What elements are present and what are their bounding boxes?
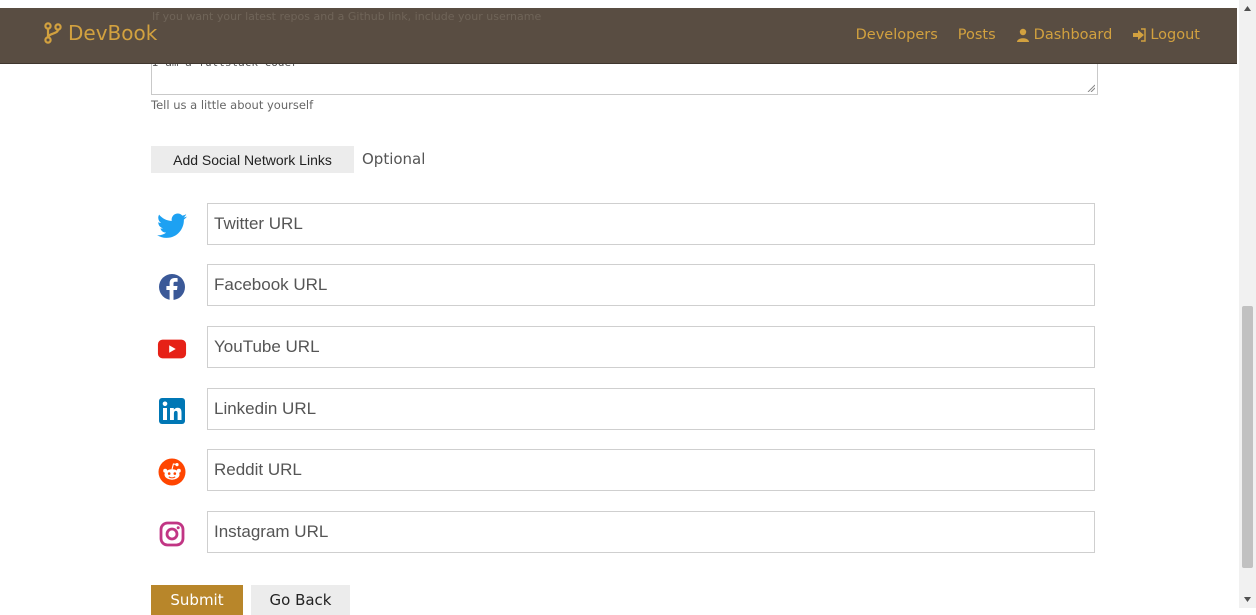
add-social-links-button[interactable]: Add Social Network Links — [151, 146, 354, 173]
user-icon — [1016, 28, 1029, 42]
youtube-icon — [157, 335, 187, 363]
scroll-thumb[interactable] — [1242, 306, 1253, 568]
social-row-twitter — [157, 203, 1097, 247]
nav-developers-label: Developers — [855, 27, 938, 43]
github-hint-text: If you want your latest repos and a Gith… — [152, 10, 542, 23]
reddit-icon — [157, 458, 187, 486]
brand-logo[interactable]: DevBook — [44, 21, 157, 45]
submit-button[interactable]: Submit — [151, 585, 243, 615]
social-row-youtube — [157, 326, 1097, 370]
youtube-url-input[interactable] — [207, 326, 1095, 368]
nav-logout[interactable]: Logout — [1132, 27, 1200, 43]
go-back-button[interactable]: Go Back — [251, 585, 350, 615]
nav-dashboard[interactable]: Dashboard — [1016, 27, 1113, 43]
nav-posts-label: Posts — [957, 27, 996, 43]
instagram-url-input[interactable] — [207, 511, 1095, 553]
nav-logout-label: Logout — [1150, 27, 1200, 43]
twitter-icon — [157, 212, 187, 240]
nav-developers[interactable]: Developers — [856, 27, 938, 43]
social-row-facebook — [157, 264, 1097, 308]
nav-posts[interactable]: Posts — [958, 27, 996, 43]
social-row-linkedin — [157, 388, 1097, 432]
code-branch-icon — [44, 22, 62, 44]
linkedin-url-input[interactable] — [207, 388, 1095, 430]
linkedin-icon — [157, 397, 187, 425]
scrollbar[interactable] — [1239, 0, 1256, 608]
brand-name: DevBook — [68, 21, 158, 45]
resize-handle-icon[interactable] — [1087, 84, 1095, 92]
optional-label: Optional — [362, 150, 426, 168]
bio-helper-text: Tell us a little about yourself — [151, 98, 314, 112]
sign-out-icon — [1133, 28, 1147, 42]
twitter-url-input[interactable] — [207, 203, 1095, 245]
reddit-url-input[interactable] — [207, 449, 1095, 491]
social-row-instagram — [157, 511, 1097, 555]
facebook-url-input[interactable] — [207, 264, 1095, 306]
nav-dashboard-label: Dashboard — [1033, 27, 1113, 43]
instagram-icon — [157, 520, 187, 548]
social-row-reddit — [157, 449, 1097, 493]
scroll-up-arrow[interactable] — [1239, 0, 1256, 17]
facebook-icon — [157, 273, 187, 301]
scroll-down-arrow[interactable] — [1239, 591, 1256, 608]
